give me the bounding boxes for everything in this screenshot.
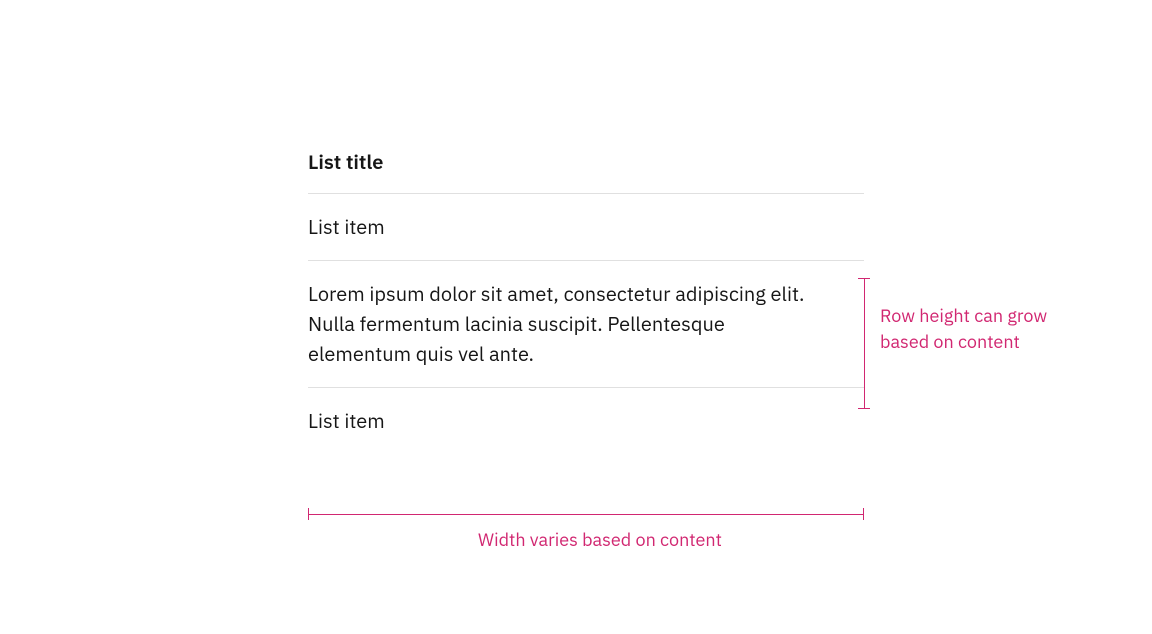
annotation-width: Width varies based on content [440, 527, 760, 553]
annotation-row-height: Row height can grow based on content [880, 303, 1060, 355]
height-bracket [864, 278, 865, 409]
width-bracket [308, 514, 864, 515]
list-container: List title List item Lorem ipsum dolor s… [308, 148, 864, 454]
list-item: Lorem ipsum dolor sit amet, consectetur … [308, 261, 828, 387]
list-item: List item [308, 194, 828, 260]
list-item: List item [308, 388, 828, 454]
list-title: List title [308, 148, 864, 175]
